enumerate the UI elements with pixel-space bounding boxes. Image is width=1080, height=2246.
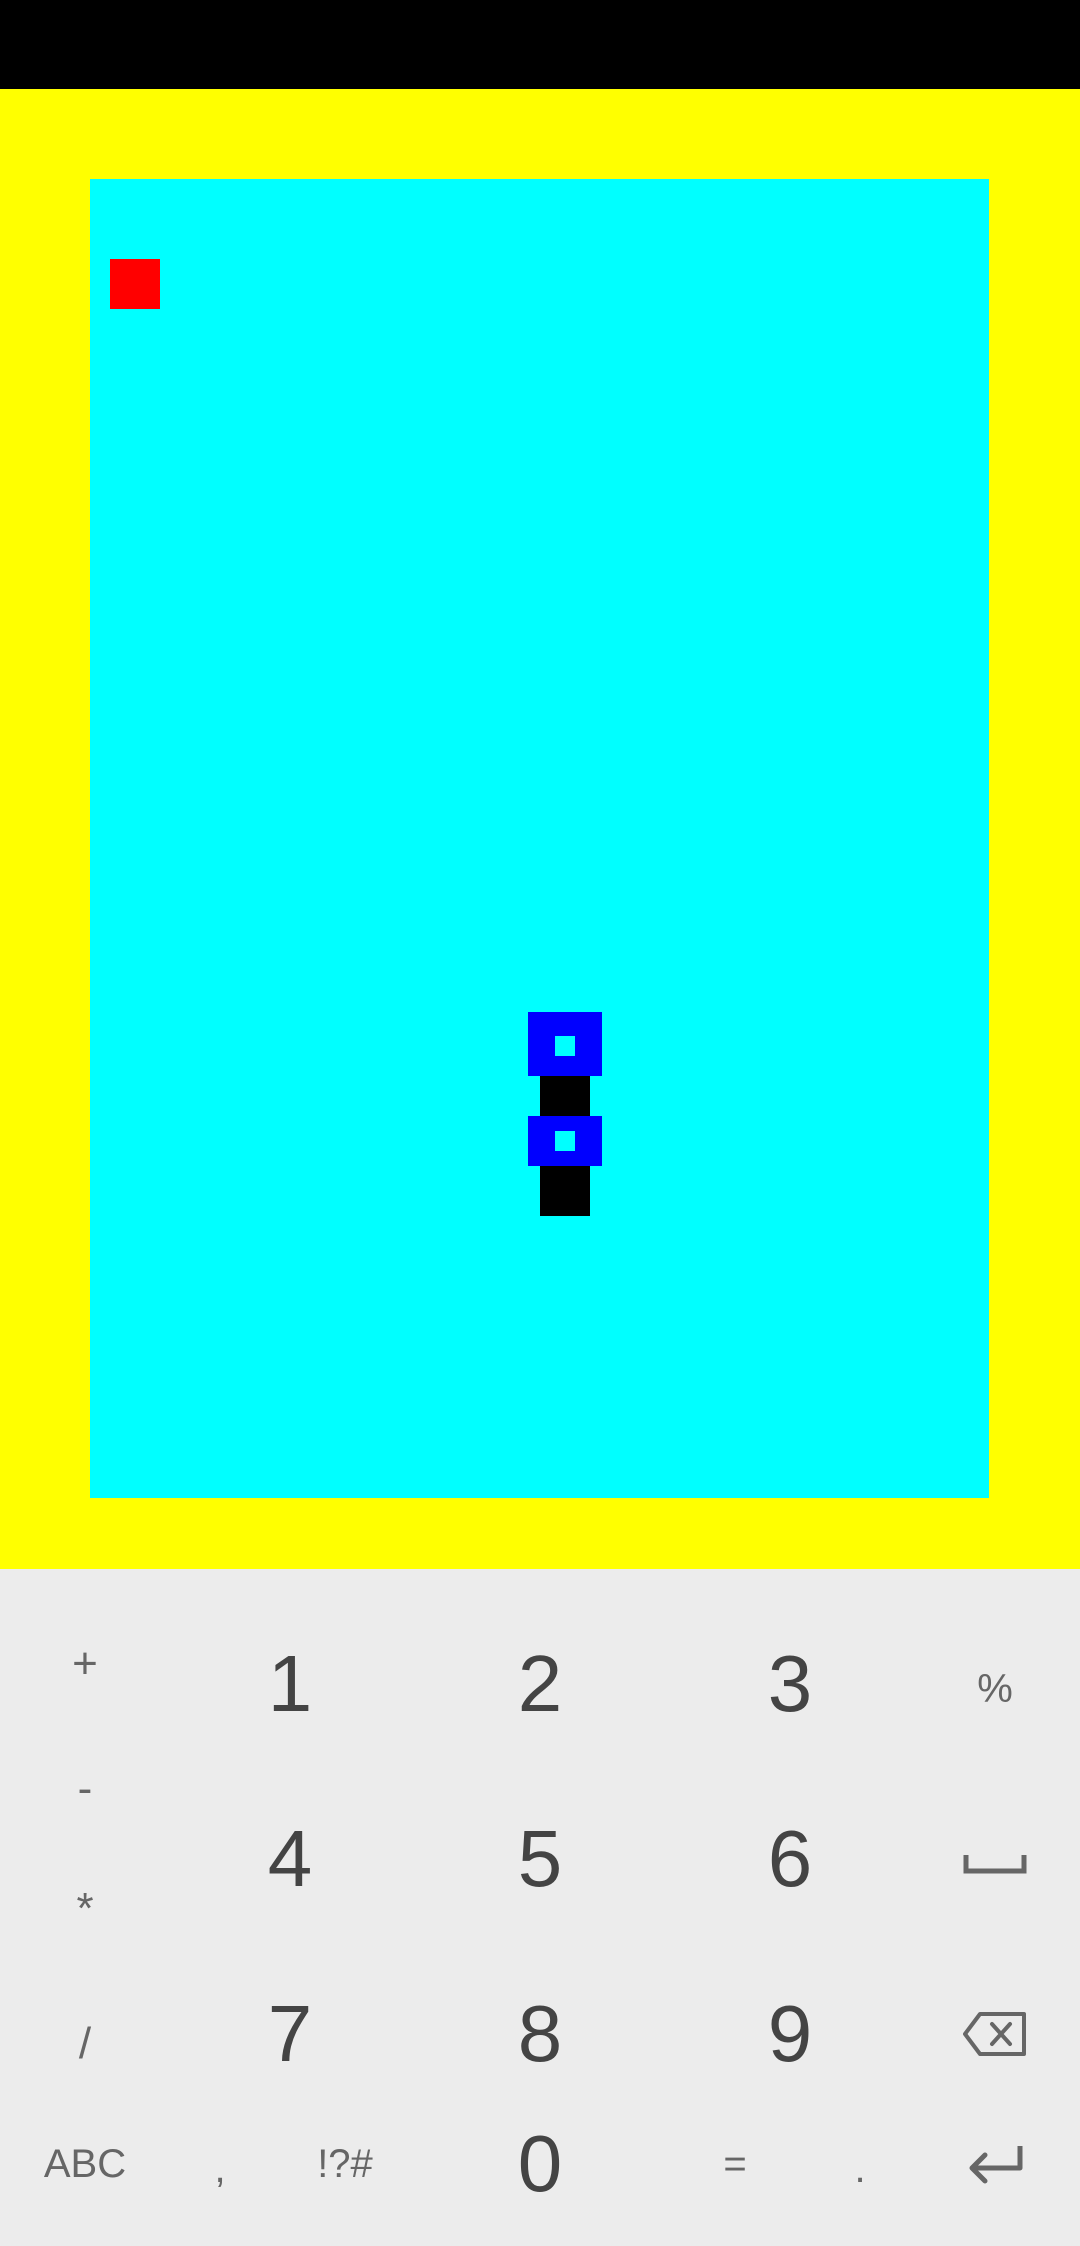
backspace-icon [963,2012,1026,2056]
snake-segment-eye [555,1036,575,1056]
key-symbols[interactable]: !?# [280,2124,410,2204]
key-percent[interactable]: % [950,1649,1040,1729]
game-board[interactable] [90,179,989,1498]
key-equals[interactable]: = [690,2124,780,2204]
space-icon [963,1855,1027,1874]
key-backspace[interactable] [950,1994,1040,2074]
snake-ring-segment [528,1116,602,1180]
key-slash[interactable]: / [40,2009,130,2079]
snake-body-segment [540,1076,590,1116]
key-8[interactable]: 8 [460,1979,620,2089]
snake-head-segment [528,1012,602,1076]
game-area [0,89,1080,1569]
key-5[interactable]: 5 [460,1804,620,1914]
numeric-keyboard: + 1 2 3 % - * 4 5 6 / 7 8 9 ABC , !?# 0 … [0,1569,1080,2246]
snake-tail-segment [540,1166,590,1216]
key-plus[interactable]: + [40,1629,130,1699]
key-abc[interactable]: ABC [20,2124,150,2204]
enter-icon [969,2146,1023,2184]
key-7[interactable]: 7 [210,1979,370,2089]
key-4[interactable]: 4 [210,1804,370,1914]
key-6[interactable]: 6 [710,1804,870,1914]
key-3[interactable]: 3 [710,1629,870,1739]
snake-segment-eye [555,1131,575,1151]
key-0[interactable]: 0 [460,2109,620,2219]
food-pellet [110,259,160,309]
status-bar [0,0,1080,89]
key-2[interactable]: 2 [460,1629,620,1739]
key-asterisk[interactable]: * [40,1879,130,1939]
key-9[interactable]: 9 [710,1979,870,2089]
key-comma[interactable]: , [180,2129,260,2209]
key-space[interactable] [950,1824,1040,1904]
key-1[interactable]: 1 [210,1629,370,1739]
key-minus[interactable]: - [40,1759,130,1819]
key-dot[interactable]: . [820,2129,900,2209]
key-enter[interactable] [950,2124,1040,2204]
